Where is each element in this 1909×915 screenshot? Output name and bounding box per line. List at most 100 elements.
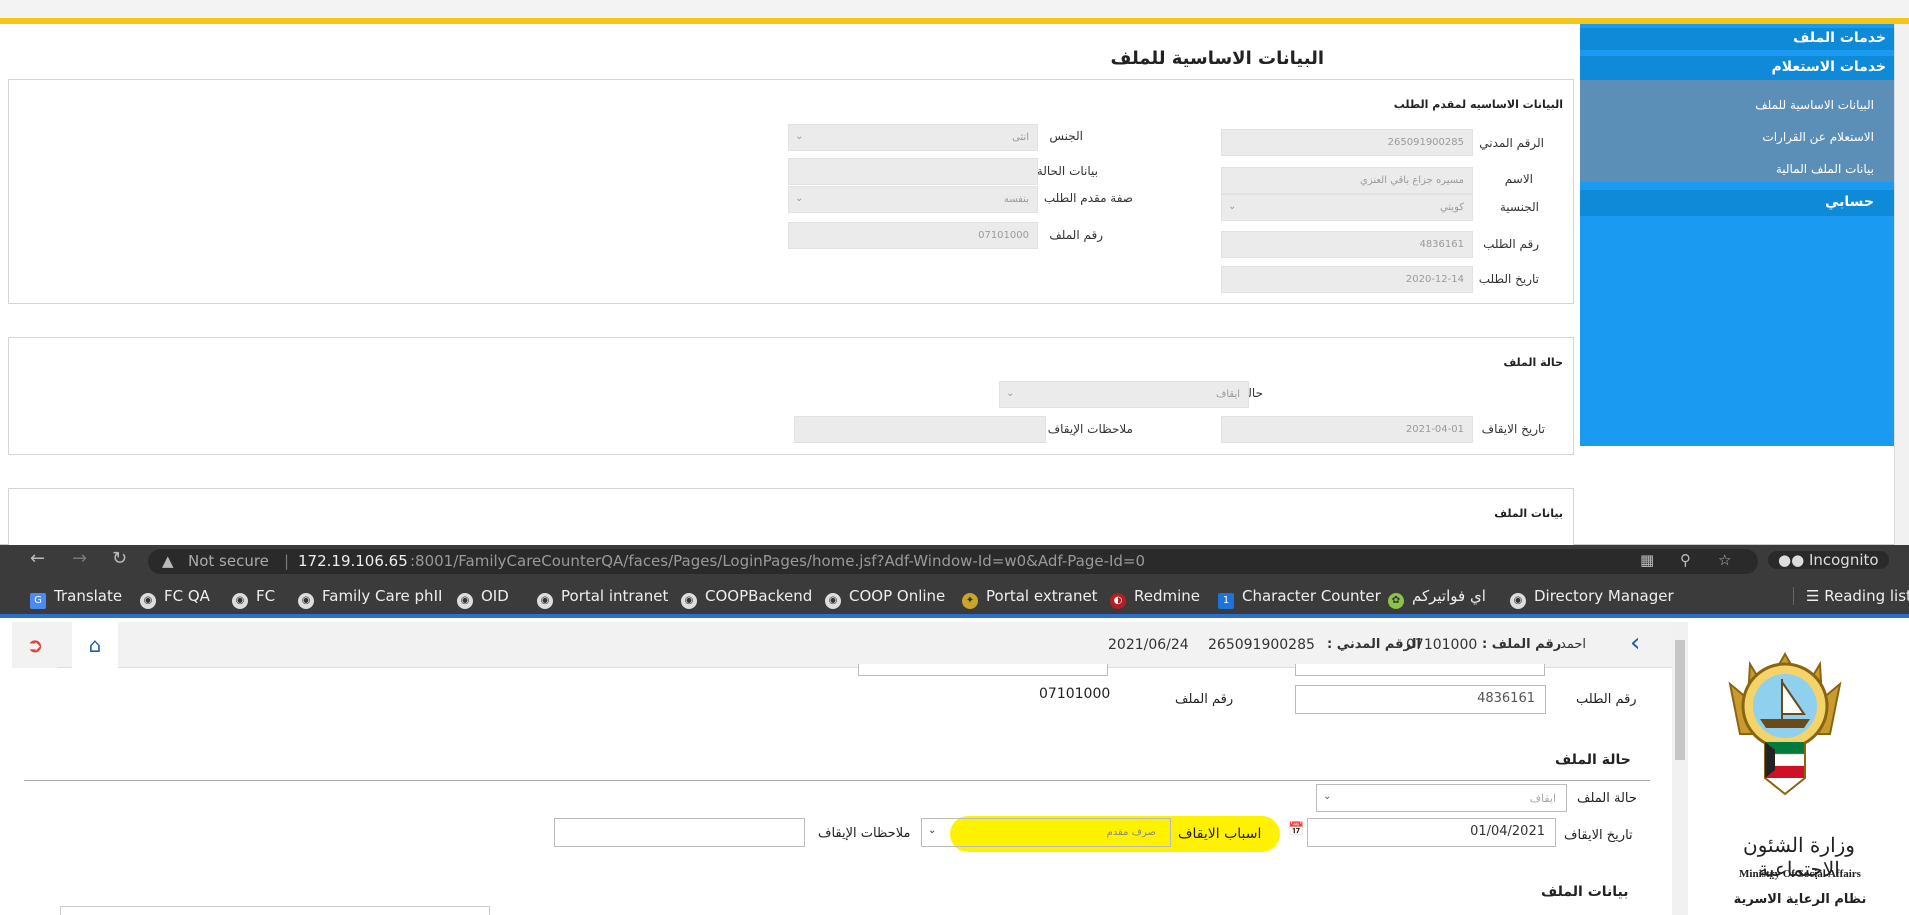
top-app-window: البيانات الاساسية للملف خدمات الملف خدما…: [0, 0, 1909, 545]
bookmark-fawateerkom[interactable]: ✿ اي فواتيركم: [1388, 587, 1486, 609]
bookmark-label: Translate: [54, 587, 123, 605]
file-no-label: رقم الملف: [1175, 692, 1234, 707]
chevron-down-icon: ⌄: [1006, 388, 1015, 399]
header-civil-id-value: 265091900285: [1208, 637, 1315, 653]
bookmark-coop-online[interactable]: ◉ COOP Online: [825, 587, 945, 609]
forward-arrow-icon[interactable]: →: [72, 548, 87, 569]
stop-date-field[interactable]: 01/04/2021: [1307, 818, 1556, 847]
back-arrow-icon[interactable]: ←: [30, 548, 45, 569]
sidebar-submenu: البيانات الاساسية للملف الاستعلام عن الق…: [1580, 80, 1894, 182]
globe-icon: ◉: [537, 593, 553, 609]
globe-icon: ◉: [825, 593, 841, 609]
globe-icon: ◉: [681, 593, 697, 609]
reading-list-label: Reading list: [1824, 587, 1909, 605]
case-data-label: بيانات الحالة: [1036, 164, 1098, 178]
stop-reasons-select[interactable]: صرف مقدم ⌄: [921, 818, 1171, 847]
url-host: 172.19.106.65: [298, 552, 408, 570]
bookmark-fc[interactable]: ◉ FC: [232, 587, 275, 609]
system-name: نظام الرعاية الاسرية: [1733, 892, 1867, 907]
sidebar-section-inquiry-services[interactable]: خدمات الاستعلام: [1580, 56, 1894, 80]
partial-field[interactable]: [858, 664, 1108, 676]
bookmark-fc-qa[interactable]: ◉ FC QA: [140, 587, 210, 609]
sidebar-section-my-account[interactable]: حسابي: [1580, 190, 1894, 216]
bookmark-character-counter[interactable]: 1 Character Counter: [1218, 587, 1381, 609]
gender-select[interactable]: انثى ⌄: [788, 124, 1038, 151]
section-title: البيانات الاساسيه لمقدم الطلب: [1393, 98, 1563, 111]
file-status-label: حالة الملف: [1577, 791, 1637, 806]
security-label: Not secure: [188, 552, 269, 570]
bookmark-label: Portal extranet: [986, 587, 1098, 605]
browser-toolbar: ← → ↻ ▲ Not secure | 172.19.106.65 :8001…: [0, 545, 1909, 578]
bookmark-portal-intranet[interactable]: ◉ Portal intranet: [537, 587, 668, 609]
incognito-badge[interactable]: ●● Incognito: [1768, 551, 1889, 569]
file-no-label: رقم الملف: [1049, 228, 1103, 242]
bookmark-family-care[interactable]: ◉ Family Care phII: [298, 587, 442, 609]
bookmark-translate[interactable]: G Translate: [30, 587, 122, 609]
file-status-select[interactable]: ايقاف ⌄: [1316, 784, 1567, 812]
translate-page-icon[interactable]: ▦: [1640, 551, 1654, 569]
civil-id-field[interactable]: 265091900285: [1221, 129, 1473, 156]
search-icon[interactable]: ⚲: [1680, 551, 1691, 569]
reload-icon[interactable]: ↻: [112, 548, 127, 569]
sidebar-item-decisions-inquiry[interactable]: الاستعلام عن القرارات: [1762, 130, 1874, 144]
sidebar-section-file-services[interactable]: خدمات الملف: [1580, 28, 1894, 50]
sidebar-item-financial-data[interactable]: بيانات الملف المالية: [1776, 162, 1874, 176]
case-data-field[interactable]: [788, 158, 1038, 185]
address-bar[interactable]: ▲ Not secure | 172.19.106.65 :8001/Famil…: [148, 549, 1758, 574]
ministry-english-name: Ministry Of Social Affairs: [1739, 868, 1861, 880]
calendar-icon[interactable]: 📅: [1288, 822, 1304, 837]
file-status-panel: حالة الملف حالة الطلب ايقاف ⌄ تاريخ الاي…: [8, 337, 1574, 455]
request-status-value: ايقاف: [1215, 389, 1240, 400]
nationality-label: الجنسية: [1499, 200, 1539, 214]
vertical-scrollbar[interactable]: [1894, 24, 1909, 545]
bookmark-label: اي فواتيركم: [1412, 587, 1486, 605]
sidebar-item-basic-data[interactable]: البيانات الاساسية للملف: [1755, 98, 1874, 112]
sidebar-heading: حسابي: [1824, 194, 1874, 210]
star-icon[interactable]: ☆: [1718, 551, 1731, 569]
sidebar-heading: خدمات الملف: [1793, 30, 1886, 46]
stop-notes-label: ملاحظات الإيقاف: [818, 826, 911, 841]
stop-notes-label: ملاحظات الإيقاف: [1047, 422, 1133, 436]
translate-icon: G: [30, 593, 46, 609]
stop-notes-field[interactable]: [554, 818, 805, 847]
request-no-label: رقم الطلب: [1576, 692, 1637, 707]
request-no-field[interactable]: 4836161: [1221, 231, 1473, 258]
file-status-title: حالة الملف: [1555, 752, 1631, 768]
stop-notes-field[interactable]: [794, 416, 1046, 443]
request-status-select[interactable]: ايقاف ⌄: [999, 381, 1249, 408]
logout-icon[interactable]: ➲: [12, 622, 58, 668]
name-field[interactable]: مسيره جزاع باقي العنزي: [1221, 167, 1473, 194]
warning-icon: ▲: [162, 552, 174, 570]
chevron-down-icon: ⌄: [928, 825, 937, 836]
bookmark-coop-backend[interactable]: ◉ COOPBackend: [681, 587, 812, 609]
name-label: الاسم: [1504, 172, 1533, 186]
incognito-icon: ●●: [1778, 551, 1809, 569]
chevron-down-icon: ⌄: [795, 131, 804, 142]
bookmark-label: COOPBackend: [705, 587, 813, 605]
bookmark-portal-extranet[interactable]: ✦ Portal extranet: [962, 587, 1098, 609]
sidebar: خدمات الملف خدمات الاستعلام البيانات الا…: [1580, 24, 1894, 446]
stop-reasons-value: صرف مقدم: [1106, 827, 1156, 838]
section-title: حالة الملف: [1503, 356, 1563, 369]
bookmark-redmine[interactable]: ◐ Redmine: [1110, 587, 1200, 609]
app-header-bar: ➲ ⌂ 2021/06/24 265091900285 الرقم المدني…: [12, 622, 1672, 668]
request-date-field[interactable]: 2020-12-14: [1221, 266, 1473, 293]
reading-list-button[interactable]: ☰ Reading list: [1793, 587, 1909, 605]
file-no-field[interactable]: 07101000: [788, 222, 1038, 249]
stop-date-field[interactable]: 2021-04-01: [1221, 416, 1473, 443]
bookmark-label: Redmine: [1134, 587, 1201, 605]
nationality-select[interactable]: كويتي ⌄: [1221, 194, 1473, 221]
partial-field[interactable]: [1295, 664, 1545, 676]
home-icon[interactable]: ⌂: [72, 622, 118, 668]
bookmark-oid[interactable]: ◉ OID: [457, 587, 509, 609]
chevron-right-icon[interactable]: ›: [1630, 628, 1640, 658]
redmine-icon: ◐: [1110, 593, 1126, 609]
bookmark-label: OID: [481, 587, 509, 605]
request-no-field[interactable]: 4836161: [1295, 685, 1546, 714]
bookmark-directory-manager[interactable]: ◉ Directory Manager: [1510, 587, 1674, 609]
scrollbar-thumb[interactable]: [1675, 640, 1685, 760]
applicant-capacity-label: صفة مقدم الطلب: [1043, 191, 1133, 205]
header-file-no-label: رقم الملف :: [1482, 637, 1562, 652]
applicant-capacity-select[interactable]: بنفسه ⌄: [788, 186, 1038, 213]
reading-list-icon: ☰: [1806, 587, 1825, 605]
